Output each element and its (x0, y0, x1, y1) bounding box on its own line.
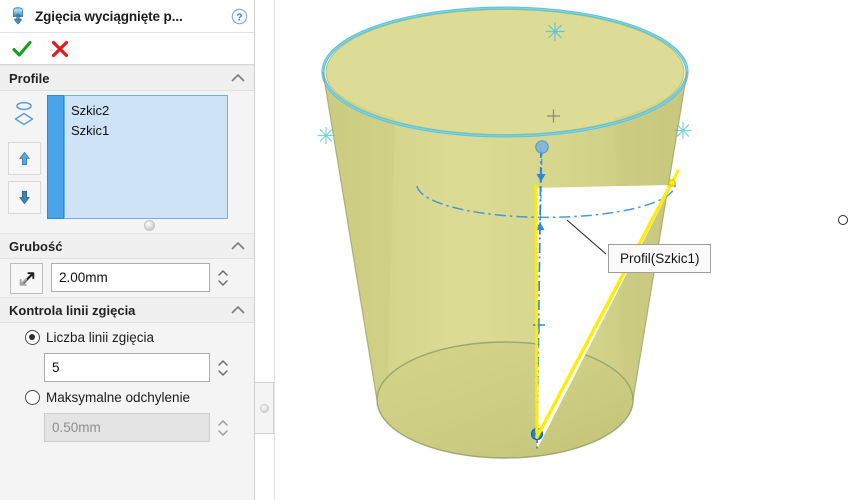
bend-line-count-input[interactable]: 5 (44, 353, 210, 382)
radio-label: Liczba linii zgięcia (46, 330, 155, 345)
selection-indicator-bar (47, 95, 64, 219)
thickness-input[interactable]: 2.00mm (51, 263, 210, 292)
inference-marker (317, 127, 335, 144)
profile-listbox[interactable]: Szkic2 Szkic1 (64, 95, 228, 219)
group-body-thickness: 2.00mm (0, 259, 254, 297)
property-manager-title: Zgięcia wyciągnięte p... (35, 8, 183, 24)
max-deviation-spinner (214, 413, 231, 442)
group-header-thickness[interactable]: Grubość (0, 233, 254, 259)
property-manager-titlebar: Zgięcia wyciągnięte p... ? (0, 0, 254, 33)
radio-indicator-unselected (25, 390, 40, 405)
property-manager-panel: Zgięcia wyciągnięte p... ? Profile Szkic… (0, 0, 255, 500)
listbox-resize-grip[interactable] (144, 220, 155, 231)
lofted-bend-icon (8, 6, 28, 26)
property-manager-actions (0, 33, 254, 65)
list-item[interactable]: Szkic2 (71, 101, 221, 121)
callout-label: Profil(Szkic1) (620, 251, 700, 266)
reverse-direction-button[interactable] (10, 263, 43, 294)
max-deviation-input: 0.50mm (44, 413, 210, 442)
bend-line-count-spinner[interactable] (214, 353, 231, 382)
cone-model (317, 6, 692, 459)
profile-callout[interactable]: Profil(Szkic1) (608, 244, 711, 273)
accept-button[interactable] (8, 36, 36, 62)
radio-max-deviation[interactable]: Maksymalne odchylenie (25, 390, 190, 405)
move-down-button[interactable] (8, 181, 41, 214)
group-title-profile: Profile (9, 70, 50, 86)
profile-loops-icon (6, 101, 42, 135)
chevron-up-icon[interactable] (230, 302, 246, 318)
splitter-grip-dot (260, 404, 269, 413)
radio-label: Maksymalne odchylenie (46, 390, 191, 405)
group-title-thickness: Grubość (9, 238, 63, 254)
move-up-button[interactable] (8, 142, 41, 175)
sketch-line-left (534, 184, 539, 439)
panel-splitter-handle[interactable] (255, 382, 274, 434)
group-body-profile: Szkic2 Szkic1 (0, 91, 254, 233)
group-body-bend-control: Liczba linii zgięcia 5 Maksymalne odchyl… (0, 323, 254, 453)
sketch-selection-handle[interactable] (838, 215, 848, 225)
chevron-up-icon[interactable] (230, 70, 246, 86)
sketch-endpoint-right (668, 179, 676, 187)
svg-text:?: ? (236, 11, 242, 23)
group-header-profile[interactable]: Profile (0, 65, 254, 91)
graphics-viewport[interactable] (275, 0, 860, 500)
radio-bend-line-count[interactable]: Liczba linii zgięcia (25, 330, 154, 345)
profile-tools (5, 95, 43, 214)
help-icon[interactable]: ? (231, 8, 248, 25)
thickness-spinner[interactable] (214, 263, 231, 292)
cone-bottom-face (377, 342, 633, 458)
group-title-bend-control: Kontrola linii zgięcia (9, 302, 136, 318)
radio-indicator-selected (25, 330, 40, 345)
axis-top-handle (535, 140, 549, 154)
list-item[interactable]: Szkic1 (71, 121, 221, 141)
group-header-bend-control[interactable]: Kontrola linii zgięcia (0, 297, 254, 323)
cancel-button[interactable] (46, 36, 74, 62)
chevron-up-icon[interactable] (230, 238, 246, 254)
inference-marker (674, 122, 692, 139)
solidworks-window: Zgięcia wyciągnięte p... ? Profile Szkic… (0, 0, 860, 500)
